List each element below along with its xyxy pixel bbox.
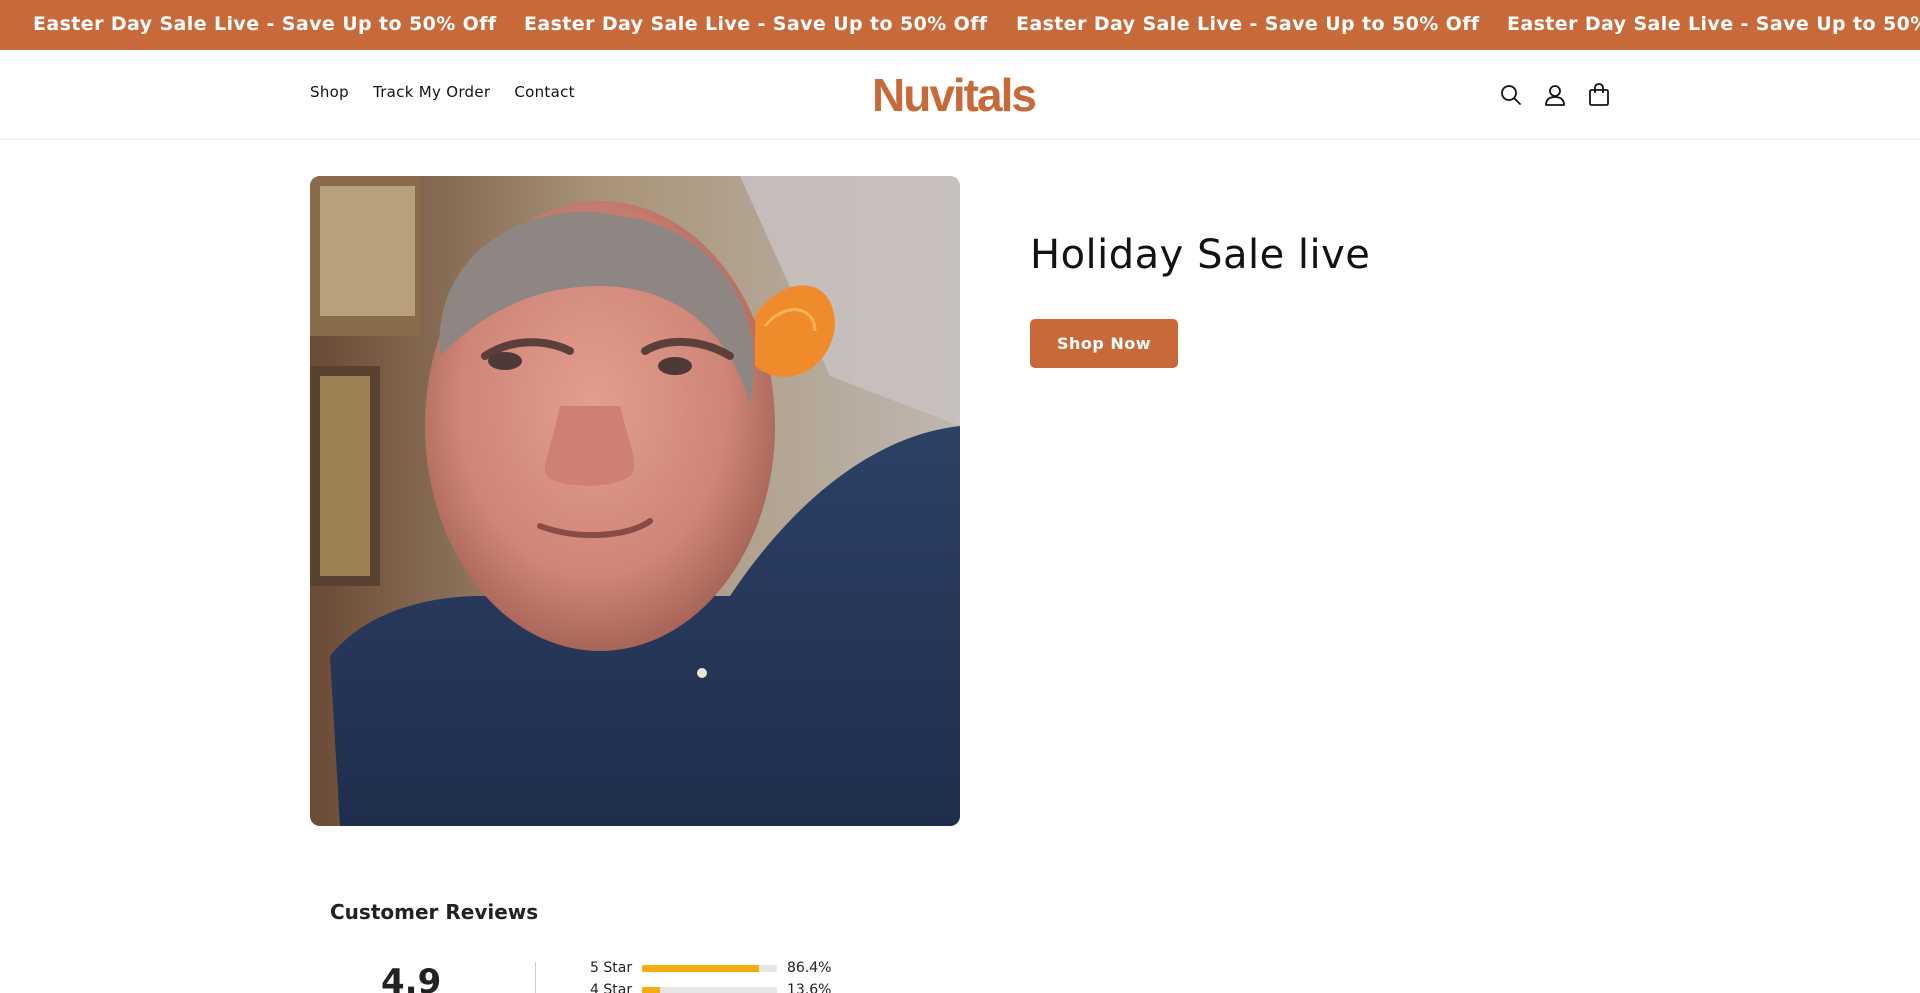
hero-photo bbox=[310, 176, 960, 826]
rating-label: 5 Star bbox=[590, 960, 633, 976]
rating-percent: 86.4% bbox=[787, 960, 832, 976]
rating-bar-fill bbox=[642, 964, 759, 972]
nav-link-shop[interactable]: Shop bbox=[310, 83, 349, 101]
site-header: Shop Track My Order Contact Nuvitals bbox=[0, 50, 1920, 140]
rating-bar-fill bbox=[642, 986, 661, 993]
rating-row-4-star: 4 Star 13.6% bbox=[590, 980, 831, 993]
announcement-message: Easter Day Sale Live - Save Up to 50% Of… bbox=[1507, 13, 1920, 35]
rating-bar-track bbox=[642, 986, 777, 993]
site-logo[interactable]: Nuvitals bbox=[872, 68, 1037, 122]
account-button[interactable] bbox=[1540, 80, 1570, 110]
nav-link-contact[interactable]: Contact bbox=[514, 83, 574, 101]
rating-label: 4 Star bbox=[590, 982, 633, 993]
main-nav: Shop Track My Order Contact bbox=[310, 83, 599, 101]
announcement-message: Easter Day Sale Live - Save Up to 50% Of… bbox=[1016, 13, 1480, 35]
cart-button[interactable] bbox=[1584, 80, 1614, 110]
hero-title: Holiday Sale live bbox=[1030, 232, 1371, 278]
announcement-message: Easter Day Sale Live - Save Up to 50% Of… bbox=[33, 13, 497, 35]
reviews-title: Customer Reviews bbox=[330, 900, 539, 924]
announcement-message: Easter Day Sale Live - Save Up to 50% Of… bbox=[524, 13, 988, 35]
rating-row-5-star: 5 Star 86.4% bbox=[590, 958, 831, 978]
rating-bar-track bbox=[642, 964, 777, 972]
rating-percent: 13.6% bbox=[787, 982, 832, 993]
hero-image bbox=[310, 176, 960, 826]
shop-now-button[interactable]: Shop Now bbox=[1030, 319, 1178, 368]
reviews-divider bbox=[535, 962, 536, 993]
search-icon bbox=[1501, 85, 1521, 105]
nav-link-track-order[interactable]: Track My Order bbox=[373, 83, 490, 101]
account-icon bbox=[1545, 85, 1565, 106]
search-button[interactable] bbox=[1496, 80, 1526, 110]
average-rating: 4.9 bbox=[381, 962, 442, 993]
announcement-bar: Easter Day Sale Live - Save Up to 50% Of… bbox=[0, 0, 1920, 50]
cart-icon bbox=[1589, 83, 1609, 106]
